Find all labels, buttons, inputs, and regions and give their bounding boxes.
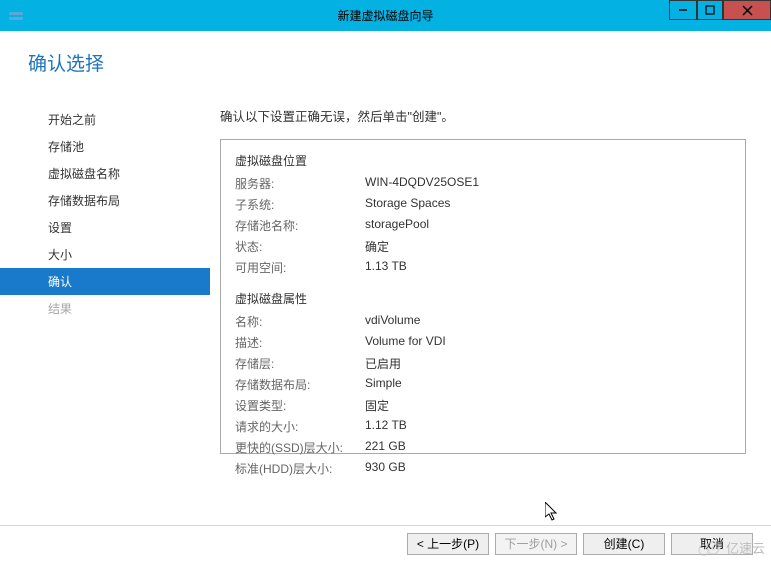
label-hdd: 标准(HDD)层大小: [235,460,365,477]
label-prov: 设置类型: [235,397,365,414]
sidebar-item-pool[interactable]: 存储池 [0,133,210,160]
value-desc: Volume for VDI [365,334,446,351]
maximize-button[interactable] [697,0,723,20]
value-hdd: 930 GB [365,460,406,477]
row-subsystem: 子系统:Storage Spaces [235,196,731,213]
row-layout: 存储数据布局:Simple [235,376,731,393]
row-desc: 描述:Volume for VDI [235,334,731,351]
section-properties-title: 虚拟磁盘属性 [235,290,731,307]
sidebar-item-layout[interactable]: 存储数据布局 [0,187,210,214]
previous-button[interactable]: < 上一步(P) [407,533,489,555]
value-prov: 固定 [365,397,389,414]
sidebar-item-size[interactable]: 大小 [0,241,210,268]
sidebar-item-diskname[interactable]: 虚拟磁盘名称 [0,160,210,187]
section-location-title: 虚拟磁盘位置 [235,152,731,169]
window-controls [669,0,771,20]
value-poolname: storagePool [365,217,429,234]
label-poolname: 存储池名称: [235,217,365,234]
label-ssd: 更快的(SSD)层大小: [235,439,365,456]
next-button: 下一步(N) > [495,533,577,555]
sidebar-item-confirm[interactable]: 确认 [0,268,210,295]
row-status: 状态:确定 [235,238,731,255]
main-panel: 确认以下设置正确无误，然后单击"创建"。 虚拟磁盘位置 服务器:WIN-4DQD… [210,31,771,525]
instruction-text: 确认以下设置正确无误，然后单击"创建"。 [220,106,746,125]
confirmation-box: 虚拟磁盘位置 服务器:WIN-4DQDV25OSE1 子系统:Storage S… [220,139,746,454]
label-available: 可用空间: [235,259,365,276]
row-hdd: 标准(HDD)层大小:930 GB [235,460,731,477]
label-server: 服务器: [235,175,365,192]
row-available: 可用空间:1.13 TB [235,259,731,276]
sidebar-item-before[interactable]: 开始之前 [0,106,210,133]
minimize-button[interactable] [669,0,697,20]
label-name: 名称: [235,313,365,330]
page-header: 确认选择 [28,49,104,76]
value-subsystem: Storage Spaces [365,196,450,213]
create-button[interactable]: 创建(C) [583,533,665,555]
titlebar: 新建虚拟磁盘向导 [0,0,771,31]
row-poolname: 存储池名称:storagePool [235,217,731,234]
content-area: 开始之前 存储池 虚拟磁盘名称 存储数据布局 设置 大小 确认 结果 确认以下设… [0,31,771,525]
value-ssd: 221 GB [365,439,406,456]
label-layout: 存储数据布局: [235,376,365,393]
value-reqsize: 1.12 TB [365,418,407,435]
value-status: 确定 [365,238,389,255]
row-server: 服务器:WIN-4DQDV25OSE1 [235,175,731,192]
value-name: vdiVolume [365,313,420,330]
close-button[interactable] [723,0,771,20]
wizard-footer: < 上一步(P) 下一步(N) > 创建(C) 取消 [0,525,771,561]
app-icon [8,8,24,24]
row-tier: 存储层:已启用 [235,355,731,372]
label-reqsize: 请求的大小: [235,418,365,435]
label-subsystem: 子系统: [235,196,365,213]
value-tier: 已启用 [365,355,401,372]
cancel-button[interactable]: 取消 [671,533,753,555]
row-prov: 设置类型:固定 [235,397,731,414]
page-title: 确认选择 [28,49,104,76]
label-status: 状态: [235,238,365,255]
row-reqsize: 请求的大小:1.12 TB [235,418,731,435]
value-server: WIN-4DQDV25OSE1 [365,175,479,192]
sidebar-item-result: 结果 [0,295,210,322]
sidebar-item-settings[interactable]: 设置 [0,214,210,241]
wizard-sidebar: 开始之前 存储池 虚拟磁盘名称 存储数据布局 设置 大小 确认 结果 [0,31,210,525]
label-tier: 存储层: [235,355,365,372]
window-title: 新建虚拟磁盘向导 [337,7,433,24]
row-ssd: 更快的(SSD)层大小:221 GB [235,439,731,456]
value-layout: Simple [365,376,402,393]
value-available: 1.13 TB [365,259,407,276]
label-desc: 描述: [235,334,365,351]
row-name: 名称:vdiVolume [235,313,731,330]
